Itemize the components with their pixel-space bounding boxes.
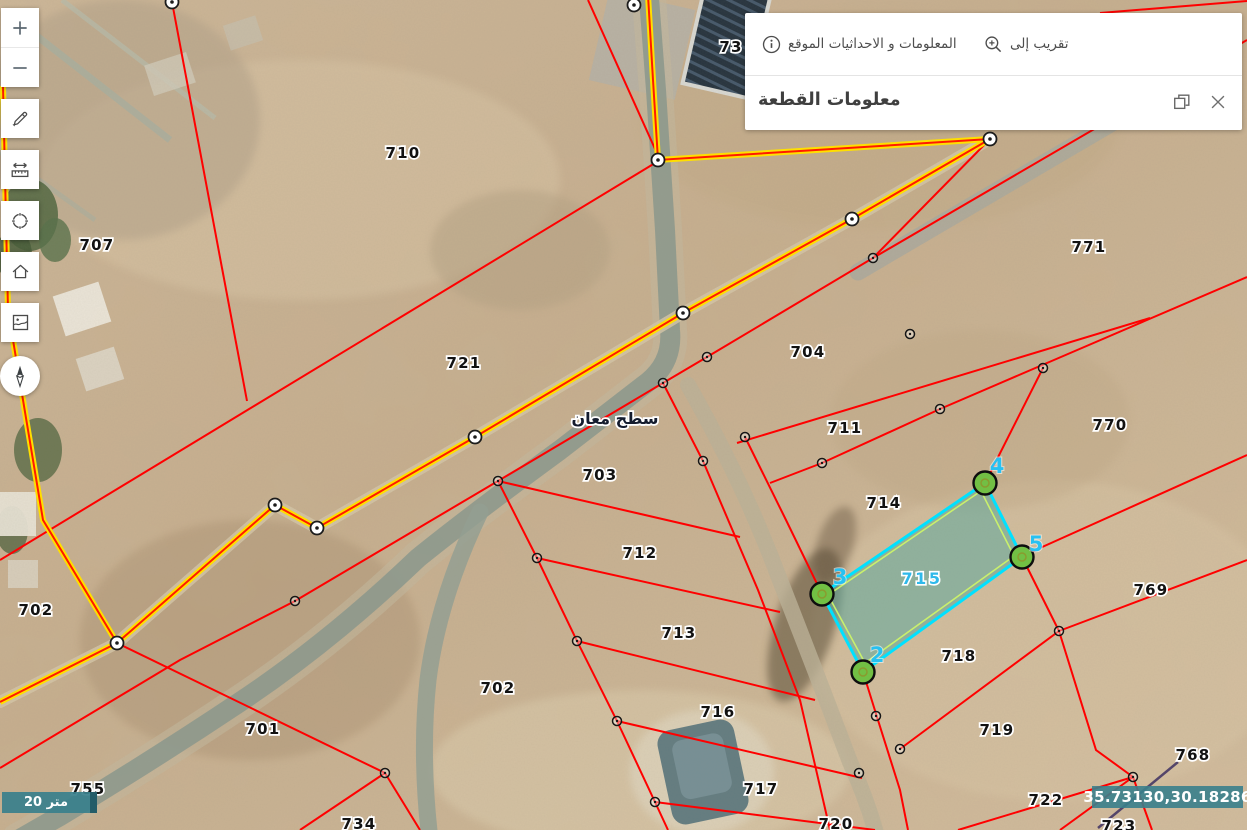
- parcel-label: 721: [447, 354, 482, 372]
- parcel-corner-dot: [1058, 630, 1060, 632]
- map-toolbar: [1, 8, 39, 396]
- place-label: سطح معان: [571, 409, 658, 428]
- parcel-corner-dot: [497, 480, 499, 482]
- boundary-vertex-dot: [170, 0, 174, 4]
- boundary-vertex-dot: [473, 435, 477, 439]
- parcel-label: 711: [828, 419, 863, 437]
- parcel-corner-dot: [821, 462, 823, 464]
- parcel-label: 707: [80, 236, 115, 254]
- tab-zoom-to-label: تقريب إلى: [1010, 36, 1068, 52]
- parcel-corner-dot: [384, 772, 386, 774]
- parcel-label: 719: [980, 721, 1015, 739]
- parcel-corner-dot: [654, 801, 656, 803]
- parcel-label: 701: [246, 720, 281, 738]
- compass-button[interactable]: [0, 356, 40, 396]
- dock-button[interactable]: [1172, 92, 1192, 112]
- basemap-button[interactable]: [1, 303, 39, 342]
- parcel-label: 702: [481, 679, 516, 697]
- parcel-corner-dot: [706, 356, 708, 358]
- parcel-label: 710: [386, 144, 421, 162]
- zoom-out-button[interactable]: [1, 47, 39, 87]
- vertex-number-label: 3: [833, 565, 848, 589]
- parcel-label: 769: [1134, 581, 1169, 599]
- tab-location-info-label: المعلومات و الاحداثيات الموقع: [788, 36, 957, 52]
- parcel-label: 712: [623, 544, 658, 562]
- boundary-vertex-dot: [315, 526, 319, 530]
- boundary-vertex-dot: [988, 137, 992, 141]
- parcel-corner-dot: [702, 460, 704, 462]
- parcel-label: 702: [19, 601, 54, 619]
- locate-icon: [9, 210, 31, 232]
- highlight-parcel-label: 715: [902, 569, 943, 588]
- parcel-corner-dot: [616, 720, 618, 722]
- compass-icon: [7, 363, 33, 389]
- copy-icon: [1172, 92, 1192, 112]
- parcel-corner-dot: [875, 715, 877, 717]
- parcel-label: 734: [342, 815, 377, 830]
- parcel-vertex-handle[interactable]: [811, 583, 834, 606]
- parcel-info-panel: المعلومات و الاحداثيات الموقع تقريب إلى …: [745, 13, 1242, 130]
- info-icon: [762, 35, 781, 54]
- boundary-vertex-dot: [850, 217, 854, 221]
- parcel-label: 704: [791, 343, 826, 361]
- parcel-corner-dot: [294, 600, 296, 602]
- parcel-label: 723: [1102, 817, 1137, 830]
- home-icon: [10, 261, 31, 282]
- boundary-vertex-dot: [273, 503, 277, 507]
- close-icon: [1208, 92, 1228, 112]
- coordinates-readout: 35.73130,30.18286: [1092, 786, 1243, 808]
- parcel-corner-dot: [939, 408, 941, 410]
- parcel-corner-dot: [872, 257, 874, 259]
- vertex-number-label: 5: [1029, 532, 1044, 556]
- parcel-corner-dot: [536, 557, 538, 559]
- tab-location-info[interactable]: المعلومات و الاحداثيات الموقع: [762, 13, 957, 75]
- vertex-number-label: 4: [990, 454, 1005, 478]
- parcel-corner-dot: [858, 772, 860, 774]
- parcel-label: 720: [819, 815, 854, 830]
- zoom-to-icon: [984, 35, 1003, 54]
- boundary-vertex-dot: [115, 641, 119, 645]
- locate-button[interactable]: [1, 201, 39, 240]
- tab-zoom-to[interactable]: تقريب إلى: [984, 13, 1068, 75]
- parcel-corner-dot: [744, 436, 746, 438]
- parcel-corner-dot: [576, 640, 578, 642]
- gis-map-app: 710 707 721 703 704 711 771 770 714 769 712 713 702 7…: [0, 0, 1247, 830]
- zoom-in-button[interactable]: [1, 8, 39, 47]
- parcel-label: 771: [1072, 238, 1107, 256]
- coordinates-value: 35.73130,30.18286: [1083, 788, 1247, 806]
- parcel-corner-dot: [1042, 367, 1044, 369]
- measure-icon: [9, 159, 31, 181]
- basemap-icon: [10, 312, 31, 333]
- panel-title: معلومات القطعة: [758, 90, 901, 110]
- plus-icon: [10, 18, 30, 38]
- vertex-number-label: 2: [870, 643, 885, 667]
- scale-bar: 20 متر: [2, 792, 97, 813]
- parcel-label-partial: 73: [719, 38, 742, 56]
- parcel-corner-dot: [662, 382, 664, 384]
- parcel-label: 722: [1029, 791, 1064, 809]
- parcel-label: 703: [583, 466, 618, 484]
- parcel-corner-dot: [1132, 776, 1134, 778]
- parcel-label: 717: [744, 780, 779, 798]
- close-panel-button[interactable]: [1208, 92, 1228, 112]
- panel-tab-row: المعلومات و الاحداثيات الموقع تقريب إلى: [745, 13, 1242, 76]
- boundary-vertex-dot: [681, 311, 685, 315]
- parcel-label: 714: [867, 494, 902, 512]
- parcel-corner-dot: [909, 333, 911, 335]
- parcel-corner-dot: [899, 748, 901, 750]
- pencil-icon: [10, 109, 30, 129]
- minus-icon: [10, 58, 30, 78]
- parcel-label: 713: [662, 624, 697, 642]
- home-button[interactable]: [1, 252, 39, 291]
- measure-button[interactable]: [1, 150, 39, 189]
- boundary-vertex-dot: [656, 158, 660, 162]
- draw-button[interactable]: [1, 99, 39, 138]
- parcel-label: 770: [1093, 416, 1128, 434]
- scale-bar-label: 20 متر: [24, 795, 68, 810]
- panel-titlebar: معلومات القطعة: [745, 76, 1242, 130]
- parcel-label: 768: [1176, 746, 1211, 764]
- boundary-vertex-dot: [632, 3, 636, 7]
- parcel-label: 716: [701, 703, 736, 721]
- parcel-label: 718: [942, 647, 977, 665]
